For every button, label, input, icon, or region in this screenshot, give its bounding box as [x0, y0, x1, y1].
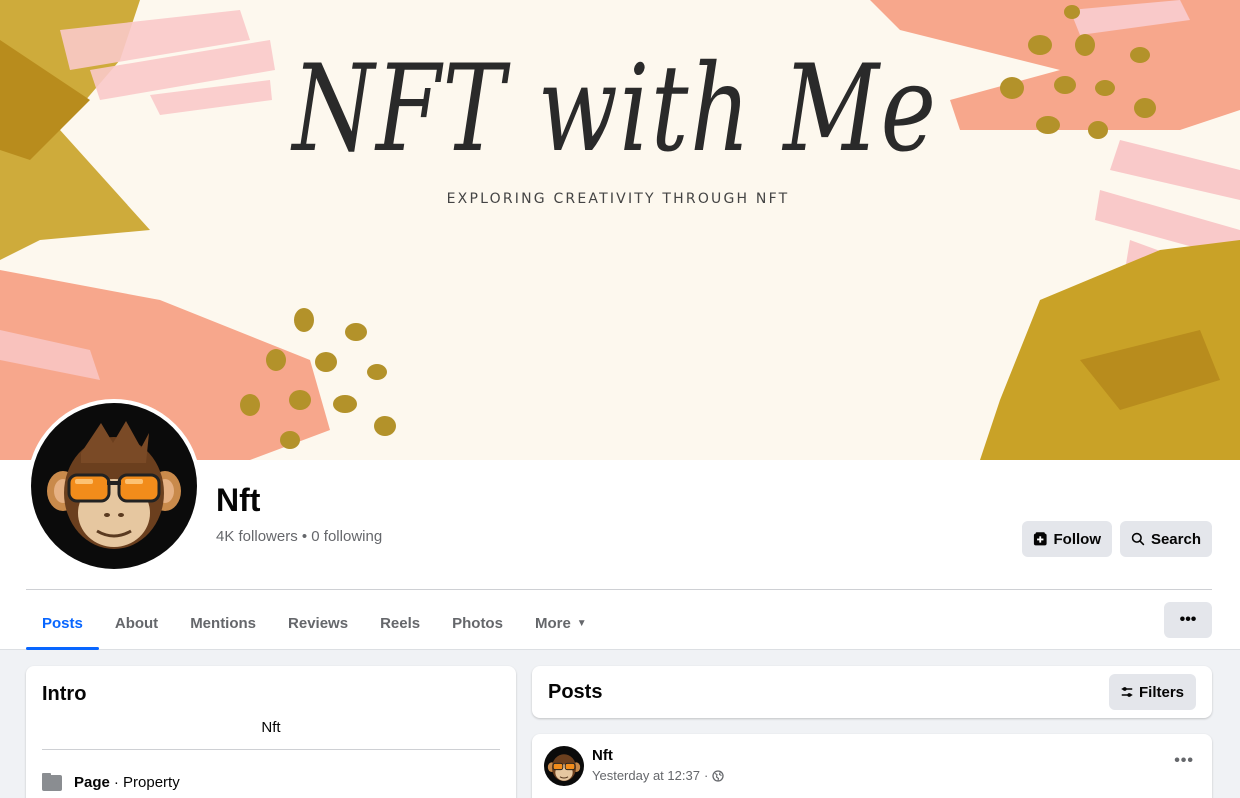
- flag-icon: [42, 773, 62, 791]
- follower-stats[interactable]: 4K followers • 0 following: [216, 528, 382, 545]
- post-avatar[interactable]: [544, 746, 584, 786]
- search-button[interactable]: Search: [1120, 521, 1212, 557]
- filters-button[interactable]: Filters: [1109, 674, 1196, 710]
- post-options-button[interactable]: •••: [1174, 752, 1194, 770]
- tab-posts[interactable]: Posts: [26, 596, 99, 650]
- tab-mentions[interactable]: Mentions: [174, 596, 272, 650]
- follow-icon: [1033, 532, 1047, 546]
- intro-title: Intro: [42, 683, 87, 705]
- cover-subtitle: EXPLORING CREATIVITY THROUGH NFT: [446, 191, 790, 207]
- filters-label: Filters: [1138, 683, 1184, 701]
- follow-label: Follow: [1053, 530, 1102, 548]
- intro-category: Page · Property: [42, 773, 180, 791]
- meta-separator: ·: [703, 768, 709, 783]
- tab-reels[interactable]: Reels: [364, 596, 436, 650]
- post-meta: Yesterday at 12:37 ·: [592, 768, 724, 783]
- intro-bio: Nft: [261, 719, 281, 736]
- tab-more[interactable]: More ▼: [519, 596, 603, 650]
- tab-photos[interactable]: Photos: [436, 596, 519, 650]
- posts-title: Posts: [548, 681, 603, 703]
- more-options-button[interactable]: •••: [1164, 602, 1212, 638]
- globe-icon: [712, 769, 724, 782]
- intro-divider: [42, 749, 500, 750]
- intro-category-label: Page: [74, 773, 110, 791]
- caret-down-icon: ▼: [576, 617, 587, 629]
- avatar[interactable]: [31, 403, 197, 569]
- monkey-sunglasses-avatar-icon: [47, 421, 181, 549]
- header-divider: [26, 589, 1212, 590]
- search-label: Search: [1150, 530, 1201, 548]
- cover-photo[interactable]: NFT with Me EXPLORING CREATIVITY THROUGH…: [0, 0, 1240, 460]
- profile-tabs: Posts About Mentions Reviews Reels Photo…: [26, 596, 603, 650]
- posts-header-card: Posts Filters: [532, 666, 1212, 718]
- tab-reviews[interactable]: Reviews: [272, 596, 364, 650]
- monkey-sunglasses-avatar-icon: [547, 754, 581, 782]
- filters-icon: [1121, 687, 1133, 697]
- post-card: Nft Yesterday at 12:37 · •••: [532, 734, 1212, 798]
- page-title: Nft: [216, 482, 261, 518]
- post-author[interactable]: Nft: [592, 747, 613, 764]
- intro-card: Intro Nft Page · Property: [26, 666, 516, 798]
- post-timestamp[interactable]: Yesterday at 12:37: [592, 768, 700, 783]
- cover-title: NFT with Me: [292, 40, 938, 179]
- tab-about[interactable]: About: [99, 596, 174, 650]
- follow-button[interactable]: Follow: [1022, 521, 1112, 557]
- search-icon: [1131, 532, 1145, 546]
- intro-category-value: · Property: [113, 773, 180, 791]
